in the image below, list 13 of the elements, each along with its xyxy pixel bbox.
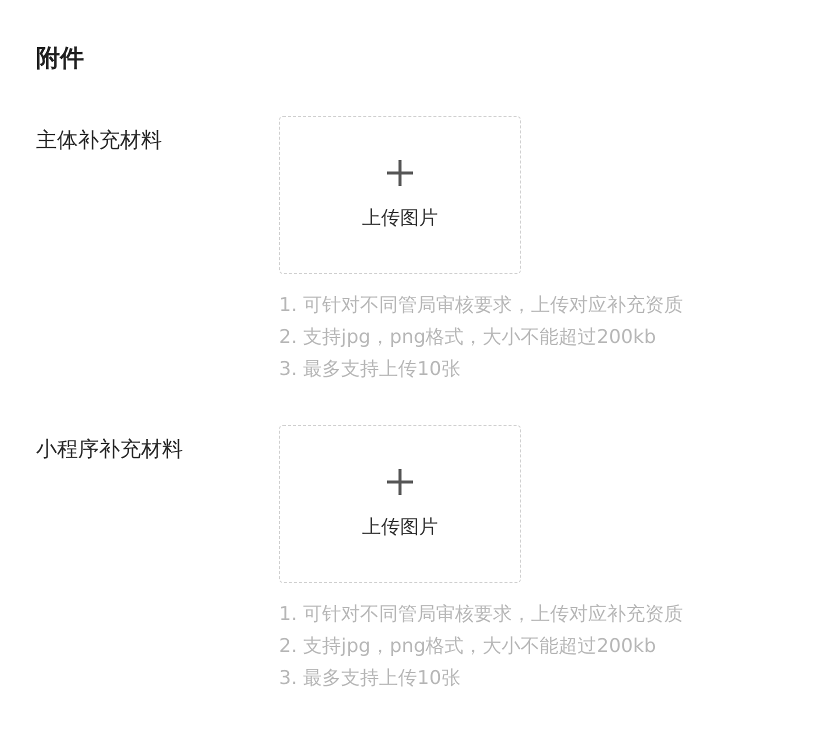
field-label: 小程序补充材料 (36, 436, 183, 461)
hint-text: 1. 可针对不同管局审核要求，上传对应补充资质 (279, 293, 684, 318)
plus-icon (387, 469, 413, 495)
section-heading: 附件 (36, 43, 84, 74)
hint-text: 3. 最多支持上传10张 (279, 666, 460, 691)
upload-image-button[interactable]: 上传图片 (279, 425, 521, 583)
hint-text: 3. 最多支持上传10张 (279, 357, 460, 382)
upload-image-button[interactable]: 上传图片 (279, 116, 521, 274)
field-label: 主体补充材料 (36, 127, 162, 152)
hint-text: 2. 支持jpg，png格式，大小不能超过200kb (279, 325, 656, 350)
hint-text: 1. 可针对不同管局审核要求，上传对应补充资质 (279, 602, 684, 627)
hint-text: 2. 支持jpg，png格式，大小不能超过200kb (279, 634, 656, 659)
plus-icon (387, 160, 413, 186)
